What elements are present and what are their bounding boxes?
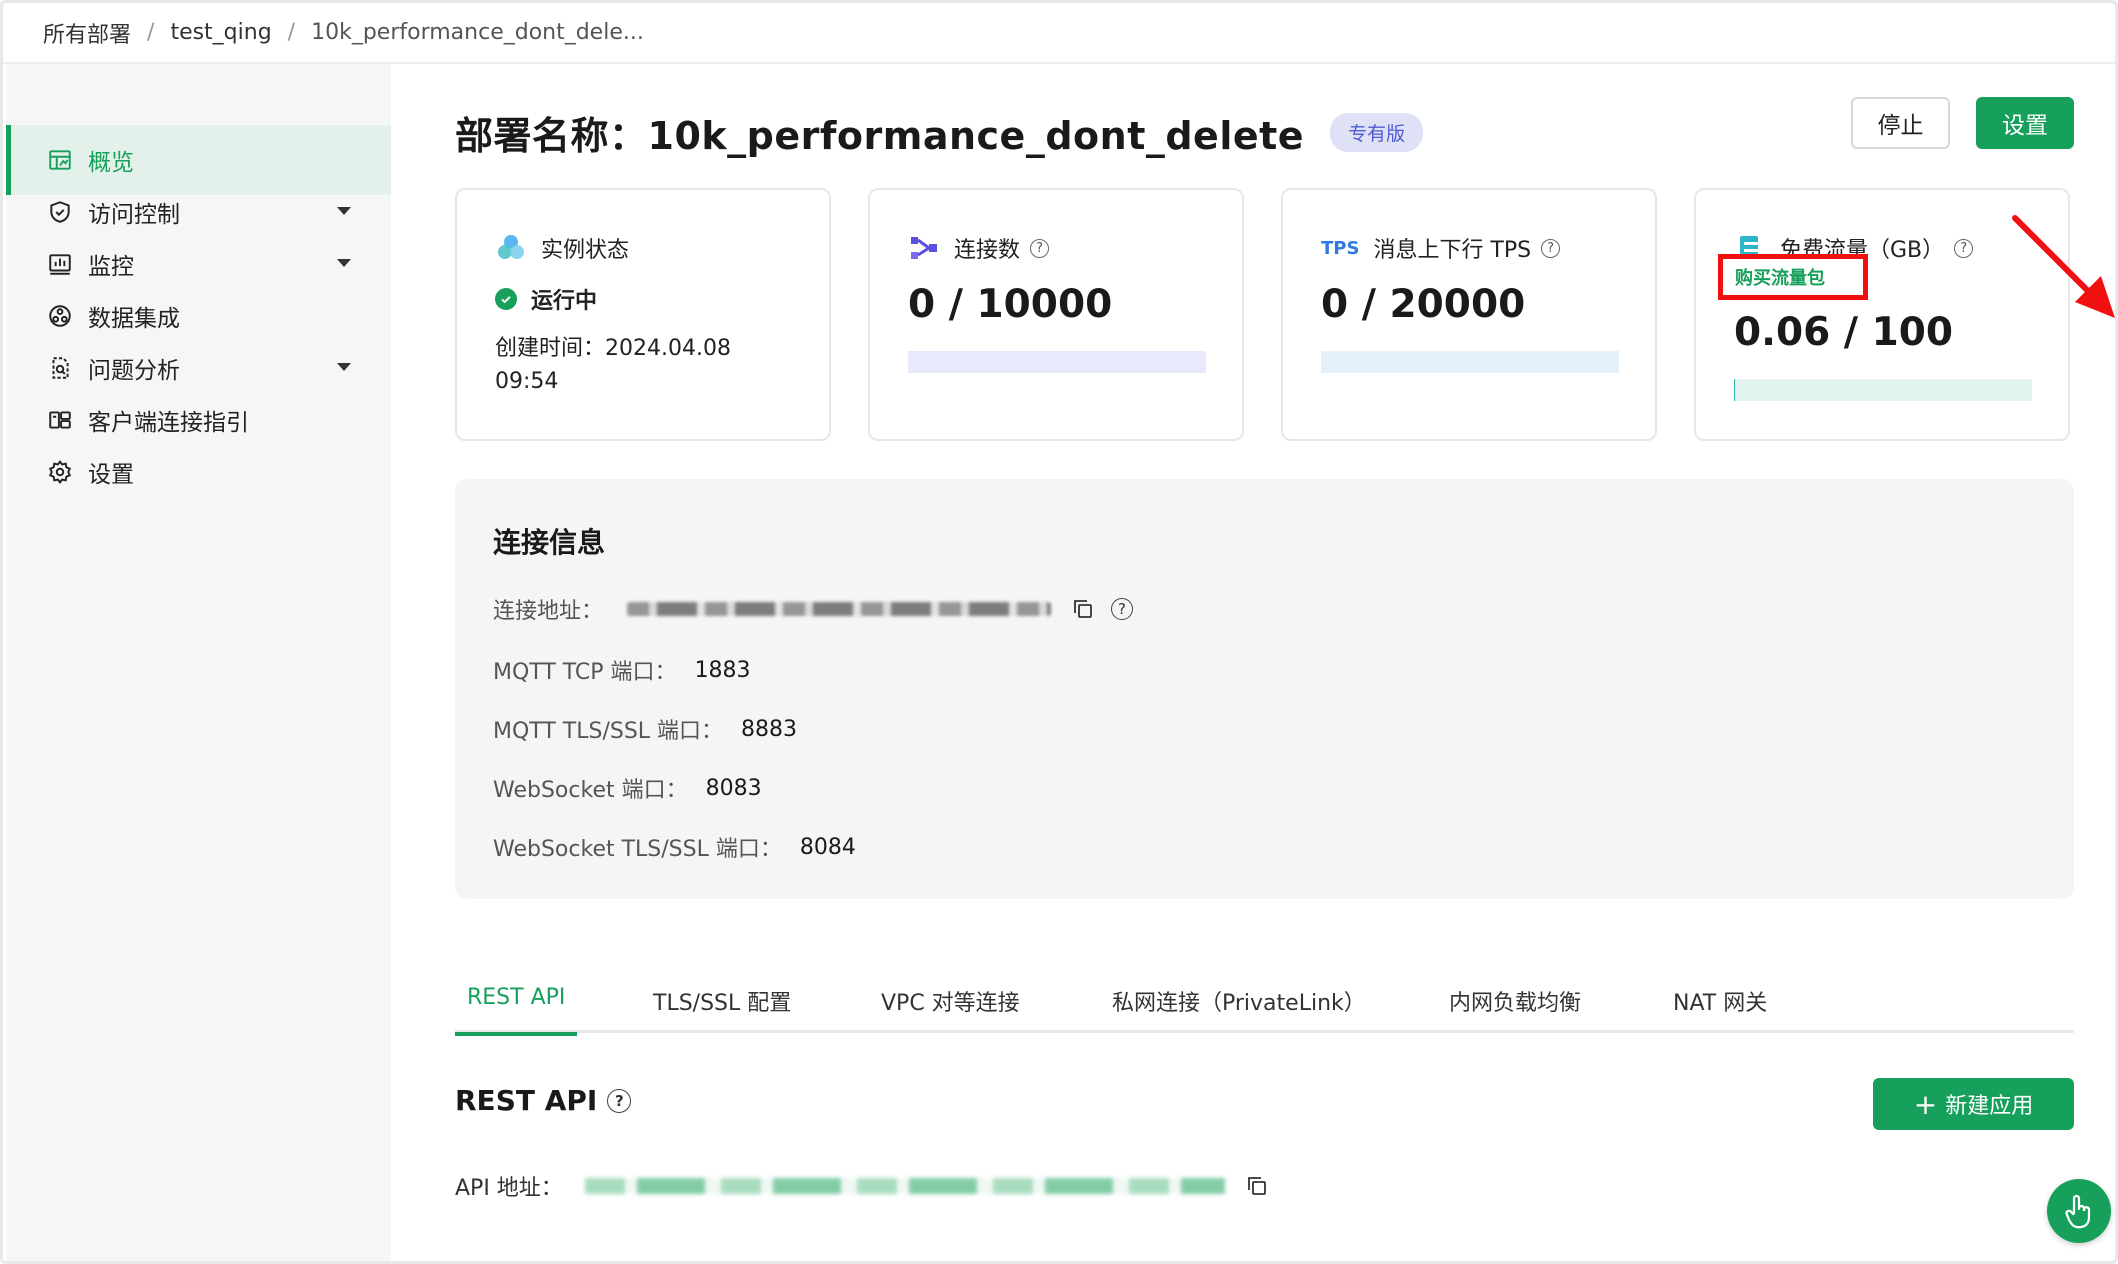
tps-card: TPS 消息上下行 TPS ? 0 / 20000 bbox=[1281, 188, 1657, 441]
help-icon[interactable]: ? bbox=[607, 1088, 632, 1113]
gear-icon bbox=[46, 458, 74, 486]
card-title: 连接数 bbox=[954, 238, 1021, 263]
tab-rest-api[interactable]: REST API bbox=[455, 979, 577, 1036]
card-title: 消息上下行 TPS bbox=[1373, 238, 1532, 263]
help-icon[interactable]: ? bbox=[1541, 238, 1561, 258]
client-guide-icon bbox=[46, 406, 74, 434]
copy-icon[interactable] bbox=[1245, 1174, 1269, 1198]
main-content: 部署名称：10k_performance_dont_delete 专有版 停止 … bbox=[391, 64, 2115, 1261]
breadcrumb: 所有部署 / test_qing / 10k_performance_dont_… bbox=[3, 3, 2115, 64]
rest-api-title: REST API bbox=[455, 1084, 598, 1117]
tps-value: 0 / 20000 bbox=[1321, 282, 1526, 327]
card-header: 实例状态 bbox=[495, 232, 629, 264]
card-header: TPS 消息上下行 TPS ? bbox=[1321, 232, 1561, 264]
dashboard-icon bbox=[46, 146, 74, 174]
stop-button[interactable]: 停止 bbox=[1851, 97, 1950, 149]
check-circle-icon bbox=[495, 288, 517, 310]
sidebar-item-label: 概览 bbox=[88, 150, 134, 176]
breadcrumb-current: 10k_performance_dont_dele... bbox=[311, 20, 644, 45]
breadcrumb-all-deployments[interactable]: 所有部署 bbox=[43, 17, 131, 49]
floating-help-button[interactable] bbox=[2047, 1179, 2111, 1243]
scroll-fade bbox=[391, 1214, 2115, 1261]
status-text: 运行中 bbox=[531, 289, 598, 314]
sidebar-item-label: 监控 bbox=[88, 254, 134, 280]
pointer-hand-icon bbox=[2065, 1194, 2091, 1229]
port-label: WebSocket TLS/SSL 端口： bbox=[493, 837, 782, 862]
breadcrumb-separator: / bbox=[287, 20, 296, 45]
connections-icon bbox=[908, 232, 940, 264]
connection-address-row: 连接地址： ? bbox=[493, 593, 1134, 625]
buy-traffic-package-link[interactable]: 购买流量包 bbox=[1718, 254, 1868, 300]
page-header: 部署名称：10k_performance_dont_delete 专有版 bbox=[455, 102, 1424, 162]
annotation-arrow-icon bbox=[2012, 215, 2115, 318]
connection-address-label: 连接地址： bbox=[493, 599, 604, 624]
mqtt-tcp-port-row: MQTT TCP 端口： 1883 bbox=[493, 654, 751, 686]
connections-card: 连接数 ? 0 / 10000 bbox=[868, 188, 1244, 441]
tps-icon: TPS bbox=[1321, 237, 1360, 259]
sidebar-item-label: 问题分析 bbox=[88, 358, 180, 384]
shield-icon bbox=[46, 198, 74, 226]
port-value: 1883 bbox=[694, 657, 751, 683]
tab-tls-ssl[interactable]: TLS/SSL 配置 bbox=[653, 979, 791, 1033]
tab-internal-load-balancer[interactable]: 内网负载均衡 bbox=[1449, 979, 1581, 1033]
card-header: 连接数 ? bbox=[908, 232, 1050, 264]
plan-badge: 专有版 bbox=[1330, 112, 1424, 152]
copy-icon[interactable] bbox=[1071, 597, 1095, 621]
port-label: WebSocket 端口： bbox=[493, 778, 688, 803]
websocket-port-row: WebSocket 端口： 8083 bbox=[493, 772, 762, 804]
breadcrumb-project[interactable]: test_qing bbox=[170, 20, 271, 45]
sidebar-item-label: 设置 bbox=[88, 462, 134, 488]
tab-vpc-peering[interactable]: VPC 对等连接 bbox=[881, 979, 1020, 1033]
document-search-icon bbox=[46, 354, 74, 382]
instance-status-card: 实例状态 运行中 创建时间：2024.04.08 09:54 bbox=[455, 188, 831, 441]
connection-info-title: 连接信息 bbox=[493, 526, 606, 559]
port-value: 8083 bbox=[705, 775, 762, 801]
rest-api-section: REST API ? bbox=[455, 1084, 632, 1117]
sidebar-item-label: 客户端连接指引 bbox=[88, 410, 249, 436]
new-app-button[interactable]: + 新建应用 bbox=[1873, 1078, 2074, 1130]
cluster-icon bbox=[495, 232, 527, 264]
card-title: 实例状态 bbox=[541, 238, 630, 263]
help-icon[interactable]: ? bbox=[1954, 238, 1974, 258]
connections-value: 0 / 10000 bbox=[908, 282, 1113, 327]
api-address-redacted bbox=[584, 1178, 1225, 1194]
breadcrumb-separator: / bbox=[147, 20, 155, 45]
status-indicator: 运行中 bbox=[495, 283, 597, 315]
chevron-down-icon bbox=[337, 207, 351, 215]
connection-address-redacted bbox=[627, 602, 1052, 616]
sidebar-item-label: 访问控制 bbox=[88, 202, 180, 228]
settings-button[interactable]: 设置 bbox=[1976, 97, 2074, 149]
sidebar-item-label: 数据集成 bbox=[88, 306, 180, 332]
sidebar-item-settings[interactable]: 设置 bbox=[6, 437, 391, 507]
help-icon[interactable]: ? bbox=[1111, 598, 1134, 620]
traffic-progress-bar bbox=[1734, 379, 2032, 401]
port-label: MQTT TLS/SSL 端口： bbox=[493, 719, 724, 744]
chevron-down-icon bbox=[337, 363, 351, 371]
feature-tabs: REST API TLS/SSL 配置 VPC 对等连接 私网连接（Privat… bbox=[455, 979, 2074, 1036]
tab-nat-gateway[interactable]: NAT 网关 bbox=[1673, 979, 1767, 1033]
created-time: 创建时间：2024.04.08 09:54 bbox=[495, 336, 731, 394]
page-title: 部署名称：10k_performance_dont_delete bbox=[455, 113, 1305, 158]
connection-info-panel: 连接信息 连接地址： ? MQTT TCP 端口： 1883 MQTT TLS/… bbox=[455, 479, 2074, 899]
chevron-down-icon bbox=[337, 259, 351, 267]
connections-progress-bar bbox=[908, 351, 1206, 373]
port-label: MQTT TCP 端口： bbox=[493, 660, 677, 685]
tab-privatelink[interactable]: 私网连接（PrivateLink） bbox=[1112, 979, 1366, 1033]
api-address-label: API 地址： bbox=[455, 1176, 563, 1201]
sidebar: 概览 访问控制 监控 数据集成 问题分析 客户端连接指引 设置 bbox=[6, 64, 391, 1261]
help-icon[interactable]: ? bbox=[1030, 238, 1050, 258]
bar-chart-icon bbox=[46, 250, 74, 278]
websocket-tls-port-row: WebSocket TLS/SSL 端口： 8084 bbox=[493, 831, 856, 863]
integration-icon bbox=[46, 302, 74, 330]
new-app-label: 新建应用 bbox=[1945, 1094, 2034, 1119]
app-window: 所有部署 / test_qing / 10k_performance_dont_… bbox=[0, 0, 2118, 1264]
plus-icon: + bbox=[1913, 1087, 1938, 1121]
traffic-value: 0.06 / 100 bbox=[1734, 310, 1954, 355]
port-value: 8084 bbox=[799, 834, 856, 860]
port-value: 8883 bbox=[741, 716, 798, 742]
api-address-row: API 地址： bbox=[455, 1170, 1269, 1202]
mqtt-tls-port-row: MQTT TLS/SSL 端口： 8883 bbox=[493, 713, 797, 745]
tps-progress-bar bbox=[1321, 351, 1619, 373]
